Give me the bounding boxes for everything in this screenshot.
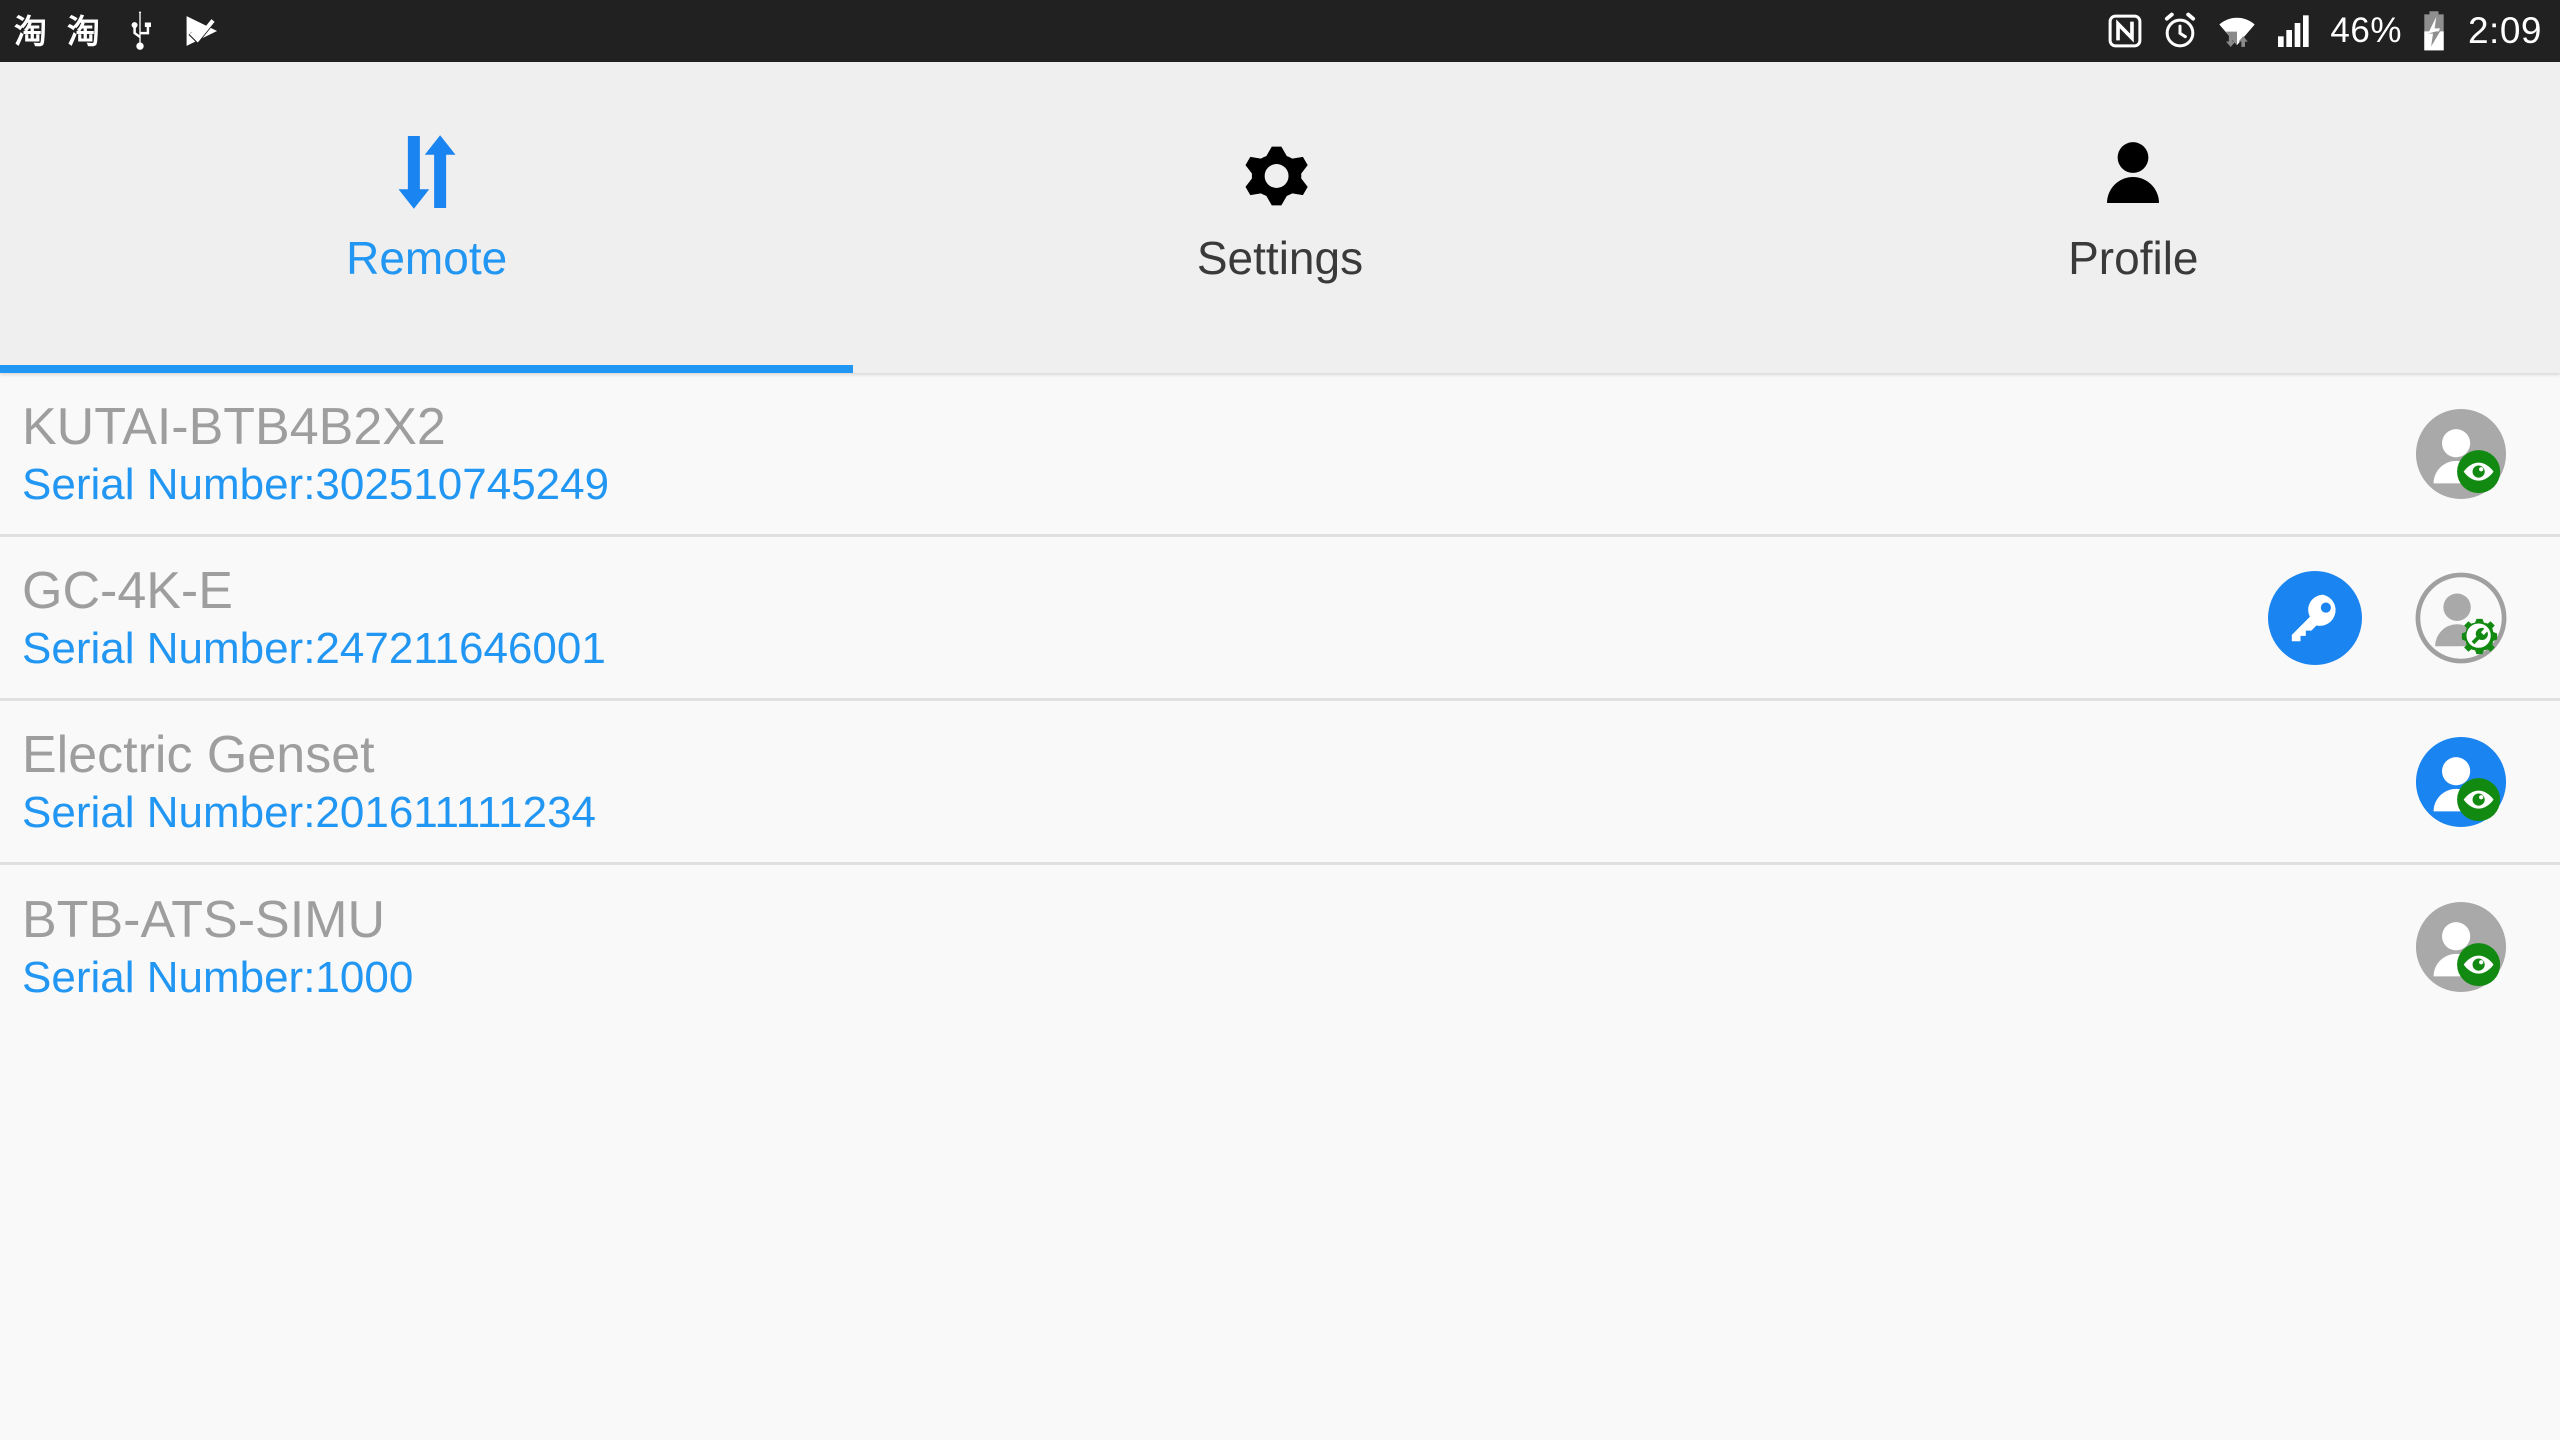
row-actions: [2414, 735, 2508, 829]
battery-charging-icon: [2418, 10, 2450, 52]
device-info: BTB-ATS-SIMU Serial Number:1000: [22, 891, 2414, 1003]
status-bar-right-icons: 46% 2:09: [2106, 10, 2542, 52]
device-info: GC-4K-E Serial Number:247211646001: [22, 562, 2268, 674]
status-bar: 淘 淘 46% 2:09: [0, 0, 2560, 62]
device-serial: Serial Number:201611111234: [22, 787, 597, 837]
signal-bars-icon: [2274, 11, 2314, 51]
taobao-notification-icon: 淘: [14, 11, 47, 51]
device-list: KUTAI-BTB4B2X2 Serial Number:30251074524…: [0, 373, 2560, 1029]
row-actions: [2268, 570, 2508, 665]
device-name: BTB-ATS-SIMU: [22, 891, 386, 950]
checkmark-play-icon: [180, 10, 224, 52]
tab-profile-label: Profile: [2068, 231, 2199, 284]
person-icon: [2092, 125, 2174, 217]
sync-arrows-icon: [382, 125, 472, 217]
taobao-notification-icon-2: 淘: [67, 11, 100, 51]
tab-remote[interactable]: Remote: [0, 62, 854, 373]
gear-icon: [1239, 125, 1321, 217]
clock-label: 2:09: [2467, 10, 2542, 51]
tab-bar: Remote Settings Profile: [0, 62, 2560, 373]
device-name: GC-4K-E: [22, 561, 233, 620]
device-serial: Serial Number:247211646001: [22, 623, 606, 673]
avatar-eye-icon[interactable]: [2414, 735, 2508, 829]
avatar-eye-icon[interactable]: [2414, 407, 2508, 501]
tab-active-indicator: [0, 365, 854, 373]
table-row[interactable]: Electric Genset Serial Number:2016111112…: [0, 701, 2560, 865]
tab-profile[interactable]: Profile: [1707, 62, 2560, 373]
device-serial: Serial Number:302510745249: [22, 459, 610, 509]
table-row[interactable]: GC-4K-E Serial Number:247211646001: [0, 537, 2560, 701]
device-name: KUTAI-BTB4B2X2: [22, 397, 446, 456]
battery-percent-label: 46%: [2330, 11, 2402, 50]
device-info: KUTAI-BTB4B2X2 Serial Number:30251074524…: [22, 398, 2414, 510]
wifi-icon: [2216, 11, 2258, 51]
device-name: Electric Genset: [22, 725, 375, 784]
alarm-clock-icon: [2160, 11, 2200, 51]
nfc-icon: [2106, 12, 2144, 50]
row-actions: [2414, 900, 2508, 994]
table-row[interactable]: KUTAI-BTB4B2X2 Serial Number:30251074524…: [0, 373, 2560, 537]
usb-icon: [120, 10, 160, 52]
status-bar-left-icons: 淘 淘: [14, 10, 224, 52]
avatar-gear-icon[interactable]: [2414, 571, 2508, 665]
tab-settings-label: Settings: [1196, 231, 1364, 284]
avatar-eye-icon[interactable]: [2414, 900, 2508, 994]
tab-settings[interactable]: Settings: [853, 62, 1706, 373]
device-info: Electric Genset Serial Number:2016111112…: [22, 726, 2414, 838]
tab-remote-label: Remote: [346, 231, 508, 284]
device-serial: Serial Number:1000: [22, 953, 414, 1003]
key-icon[interactable]: [2268, 570, 2362, 665]
table-row[interactable]: BTB-ATS-SIMU Serial Number:1000: [0, 865, 2560, 1029]
row-actions: [2414, 407, 2508, 501]
